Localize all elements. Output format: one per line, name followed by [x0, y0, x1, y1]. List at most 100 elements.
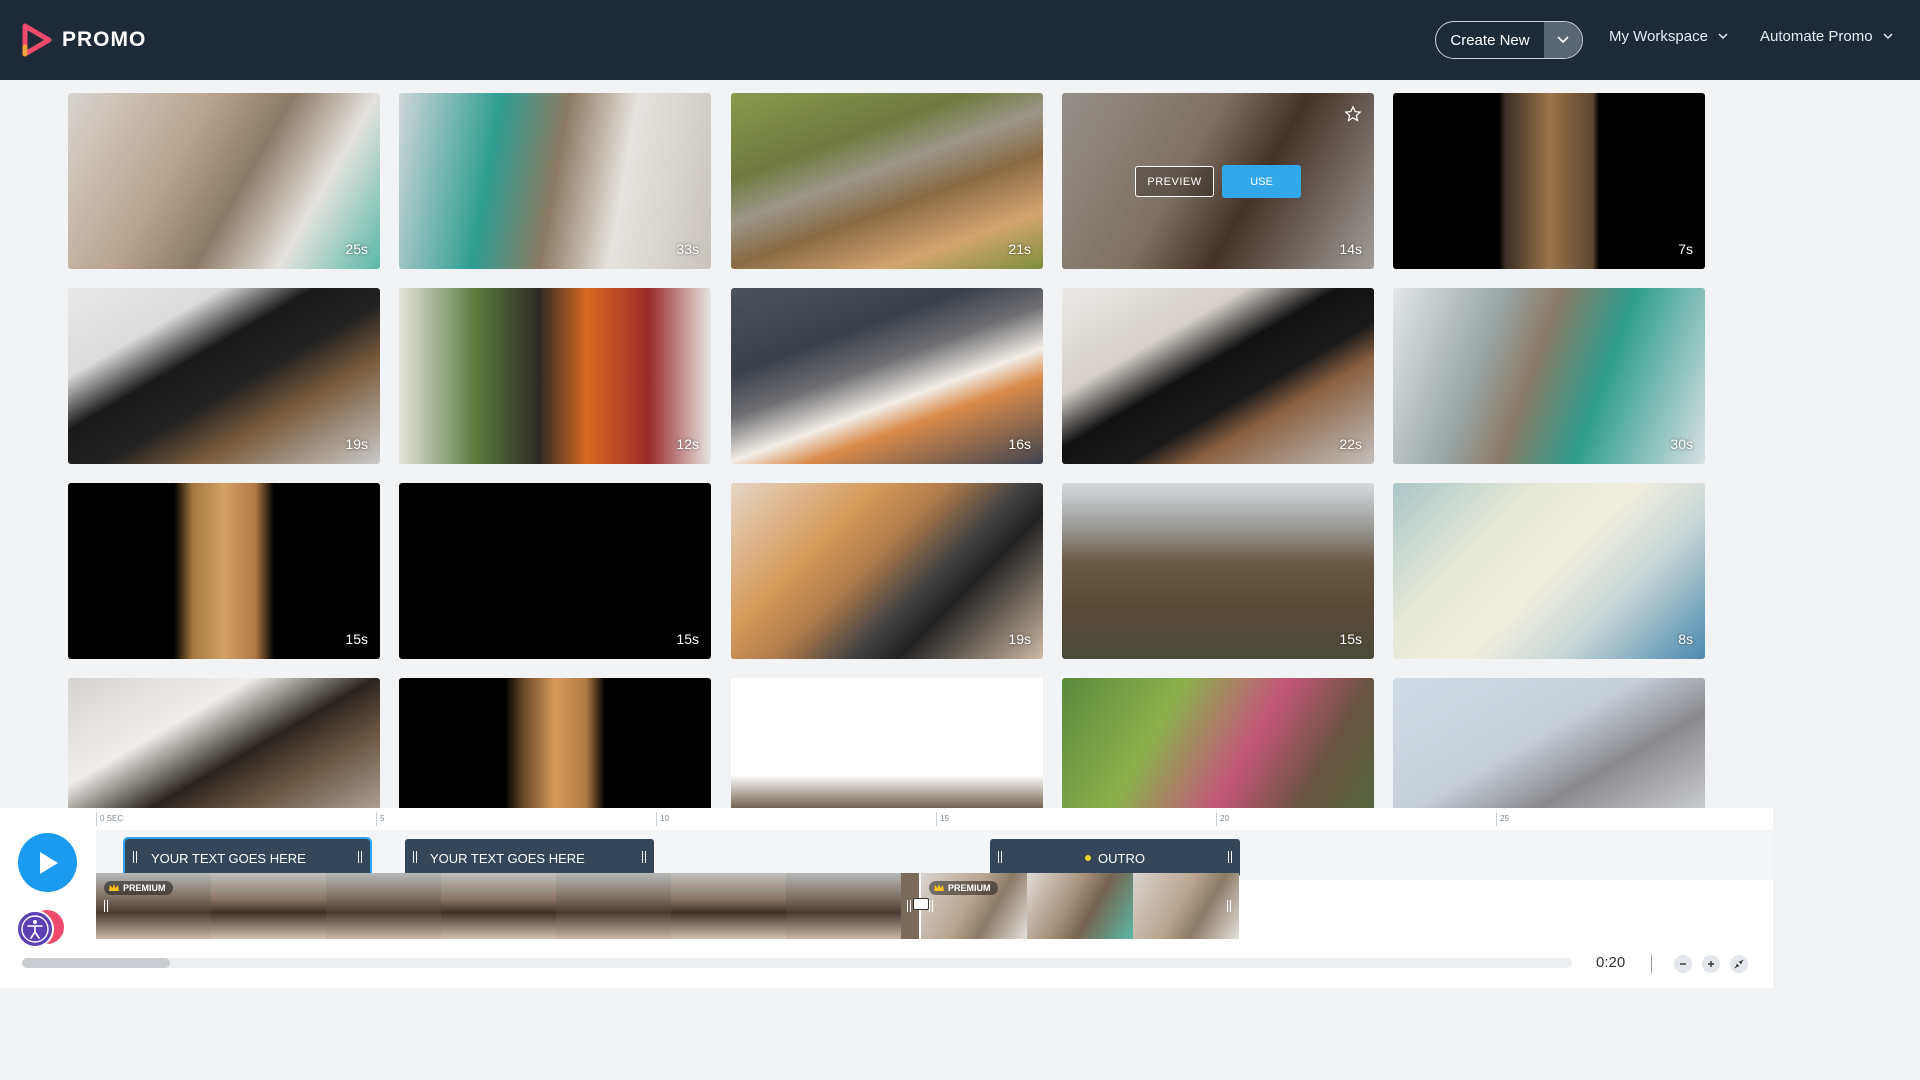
text-clip[interactable]: YOUR TEXT GOES HERE: [405, 839, 654, 877]
text-clip[interactable]: YOUR TEXT GOES HERE: [123, 837, 372, 879]
video-thumbnail[interactable]: [1062, 678, 1374, 808]
create-new-button[interactable]: Create New: [1435, 21, 1583, 59]
thumbnail-image: [399, 678, 711, 808]
automate-promo-menu[interactable]: Automate Promo: [1760, 28, 1893, 45]
text-clip-label: YOUR TEXT GOES HERE: [430, 850, 585, 866]
clip-frame: [556, 873, 671, 939]
use-button[interactable]: USE: [1222, 165, 1301, 198]
duration-label: 15s: [676, 631, 699, 647]
create-new-label[interactable]: Create New: [1436, 22, 1544, 58]
video-thumbnail[interactable]: 25s: [68, 93, 380, 269]
video-clip[interactable]: PREMIUM: [96, 873, 919, 939]
clip-handle-left[interactable]: [413, 851, 417, 863]
clip-frame: [326, 873, 441, 939]
clip-handle-left[interactable]: [998, 851, 1002, 863]
clip-handle-right[interactable]: [358, 851, 362, 863]
video-thumbnail[interactable]: 19s: [68, 288, 380, 464]
video-thumbnail[interactable]: [68, 678, 380, 808]
duration-label: 30s: [1670, 436, 1693, 452]
video-thumbnail[interactable]: [1393, 678, 1705, 808]
video-thumbnail[interactable]: 30s: [1393, 288, 1705, 464]
my-workspace-menu[interactable]: My Workspace: [1609, 28, 1728, 45]
preview-button[interactable]: PREVIEW: [1135, 166, 1214, 197]
create-new-dropdown[interactable]: [1544, 22, 1582, 58]
video-thumbnail[interactable]: 21s: [731, 93, 1043, 269]
thumbnail-image: [68, 678, 380, 808]
thumbnail-image: [1062, 678, 1374, 808]
video-clip[interactable]: PREMIUM: [921, 873, 1239, 939]
zoom-in-button[interactable]: [1702, 955, 1720, 973]
ruler-tick: 25: [1496, 812, 1509, 826]
logo-play-icon: [22, 23, 52, 57]
clip-frame: [671, 873, 786, 939]
duration-label: 33s: [676, 241, 699, 257]
video-thumbnail-hovered[interactable]: PREVIEW USE 14s: [1062, 93, 1374, 269]
duration-label: 15s: [345, 631, 368, 647]
outro-clip[interactable]: OUTRO: [990, 839, 1240, 877]
thumbnail-image: [399, 93, 711, 269]
clip-handle-left[interactable]: [104, 900, 108, 912]
video-thumbnail[interactable]: 12s: [399, 288, 711, 464]
premium-badge: PREMIUM: [104, 881, 173, 895]
play-button[interactable]: [18, 833, 77, 892]
premium-label: PREMIUM: [123, 883, 166, 893]
video-thumbnail[interactable]: 19s: [731, 483, 1043, 659]
divider: [1651, 955, 1652, 973]
video-thumbnail[interactable]: 15s: [68, 483, 380, 659]
video-thumbnail[interactable]: 33s: [399, 93, 711, 269]
duration-label: 22s: [1339, 436, 1362, 452]
accessibility-icon: [16, 910, 64, 948]
ruler-tick: 20: [1216, 812, 1229, 826]
clip-frame: [786, 873, 901, 939]
duration-label: 14s: [1339, 241, 1362, 257]
clip-handle-left[interactable]: [929, 900, 933, 912]
clip-frame: [1027, 873, 1133, 939]
duration-label: 21s: [1008, 241, 1031, 257]
zoom-out-button[interactable]: [1674, 955, 1692, 973]
video-track: PREMIUM PREMIUM: [96, 873, 1239, 939]
automate-promo-label[interactable]: Automate Promo: [1760, 28, 1873, 45]
my-workspace-label[interactable]: My Workspace: [1609, 28, 1708, 45]
hover-overlay: [1062, 93, 1374, 269]
timeline-scrollbar[interactable]: [22, 958, 1572, 968]
thumbnail-image: [731, 483, 1043, 659]
video-thumbnail[interactable]: [399, 678, 711, 808]
fit-to-screen-button[interactable]: [1730, 955, 1748, 973]
clip-handle-left[interactable]: [133, 851, 137, 863]
duration-label: 15s: [1339, 631, 1362, 647]
premium-badge: PREMIUM: [929, 881, 998, 895]
total-duration: 0:20: [1596, 954, 1626, 971]
clip-handle-right[interactable]: [1228, 851, 1232, 863]
video-thumbnail[interactable]: 15s: [399, 483, 711, 659]
chevron-down-icon: [1557, 36, 1569, 44]
video-thumbnail[interactable]: 15s: [1062, 483, 1374, 659]
clip-handle-right[interactable]: [642, 851, 646, 863]
scrollbar-thumb[interactable]: [22, 958, 170, 968]
clip-handle-right[interactable]: [907, 900, 911, 912]
time-ruler[interactable]: 0 SEC 5 10 15 20 25: [96, 808, 1773, 830]
top-navbar: PROMO Create New My Workspace Automate P…: [0, 0, 1920, 80]
clip-handle-right[interactable]: [1227, 900, 1231, 912]
star-icon[interactable]: [1344, 105, 1362, 123]
video-thumbnail[interactable]: 22s: [1062, 288, 1374, 464]
thumbnail-image: [399, 288, 711, 464]
play-icon: [39, 851, 58, 874]
outro-dot-icon: [1085, 855, 1092, 861]
video-thumbnail[interactable]: 16s: [731, 288, 1043, 464]
thumbnail-image: [68, 288, 380, 464]
video-thumbnail[interactable]: [731, 678, 1043, 808]
transition-icon[interactable]: [913, 898, 929, 910]
thumbnail-image: [1393, 483, 1705, 659]
thumbnail-image: [1393, 678, 1705, 808]
media-grid: 25s 33s 21s PREVIEW USE 14s 7s 19s 12s 1…: [68, 93, 1708, 808]
ruler-tick: 0 SEC: [96, 812, 123, 826]
crown-icon: [109, 884, 119, 891]
thumbnail-image: [1062, 288, 1374, 464]
video-thumbnail[interactable]: 7s: [1393, 93, 1705, 269]
promo-logo[interactable]: PROMO: [22, 22, 146, 58]
crown-icon: [934, 884, 944, 891]
video-thumbnail[interactable]: 8s: [1393, 483, 1705, 659]
thumbnail-image: [68, 93, 380, 269]
thumbnail-image: [731, 678, 1043, 808]
accessibility-widget[interactable]: [12, 905, 68, 955]
